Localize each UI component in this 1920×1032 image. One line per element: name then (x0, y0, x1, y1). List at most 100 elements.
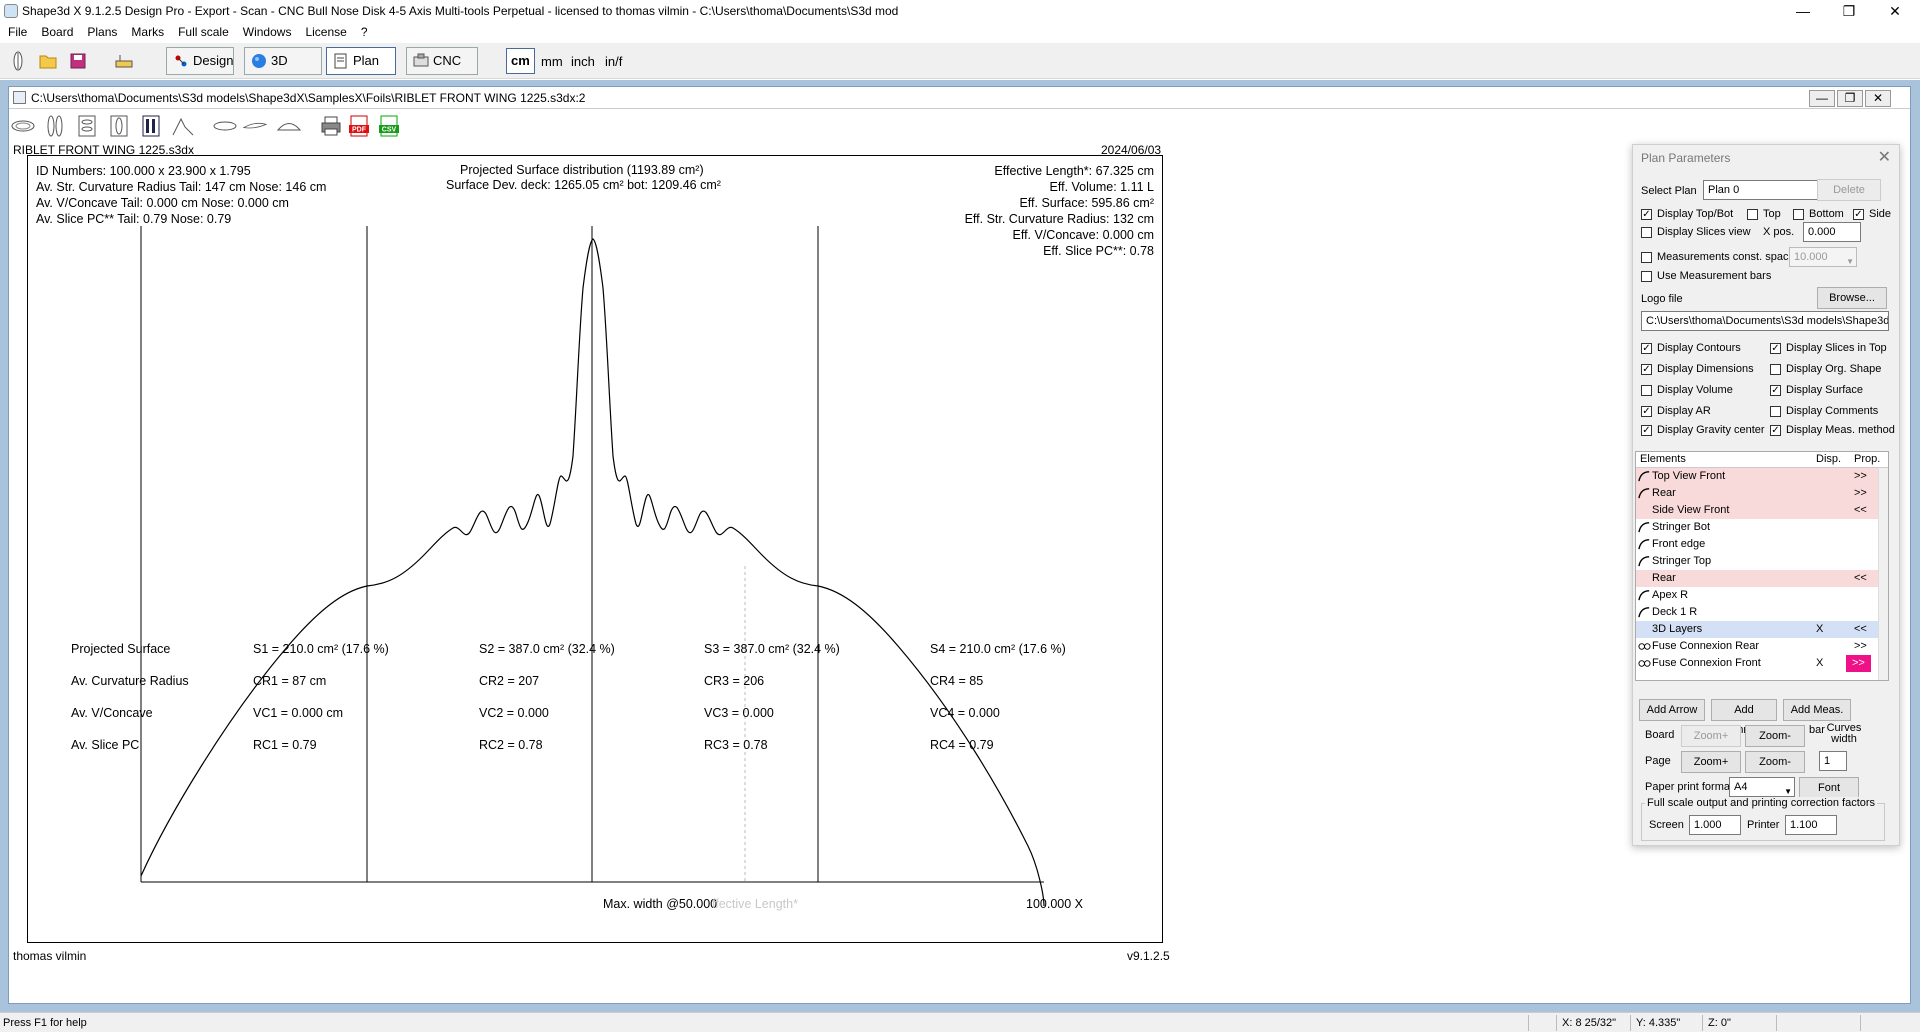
meas-spacing-input[interactable]: 10.000 ▼ (1789, 247, 1857, 267)
paper-format-dropdown[interactable]: A4 ▼ (1729, 777, 1795, 797)
multi-sheet-icon[interactable] (139, 115, 163, 137)
menu-windows[interactable]: Windows (235, 22, 298, 39)
design-mode-button[interactable]: Design (166, 47, 234, 75)
page-zoom-in-button[interactable]: Zoom+ (1681, 751, 1741, 773)
unit-cm-button[interactable]: cm (506, 48, 535, 74)
restore-button[interactable]: ❐ (1826, 0, 1872, 22)
element-prop[interactable]: >> (1854, 638, 1867, 655)
outline-shape-icon[interactable] (213, 115, 237, 137)
display-ar-checkbox[interactable]: ✓ (1641, 406, 1652, 417)
unit-mm-button[interactable]: mm (541, 54, 563, 69)
top-checkbox[interactable] (1747, 209, 1758, 220)
display-contours-checkbox[interactable]: ✓ (1641, 343, 1652, 354)
element-prop[interactable]: << (1854, 621, 1867, 638)
doc-minimize-button[interactable]: — (1809, 90, 1835, 107)
side-checkbox[interactable]: ✓ (1853, 209, 1864, 220)
element-prop[interactable]: >> (1854, 485, 1867, 502)
menu-help[interactable]: ? (353, 22, 374, 39)
add-comment-button[interactable]: Add Comment (1711, 699, 1777, 736)
use-meas-bars-checkbox[interactable] (1641, 271, 1652, 282)
menu-license[interactable]: License (297, 22, 352, 39)
add-meas-bar-button[interactable]: Add Meas. bar (1783, 699, 1851, 736)
menu-file[interactable]: File (0, 22, 33, 39)
delete-plan-button[interactable]: Delete (1817, 179, 1881, 201)
element-row[interactable]: Rear << (1636, 570, 1888, 587)
element-row[interactable]: Apex R (1636, 587, 1888, 604)
display-gravity-center-checkbox[interactable]: ✓ (1641, 425, 1652, 436)
font-button[interactable]: Font (1799, 777, 1859, 799)
plan-sheet-icon[interactable] (107, 115, 131, 137)
board-zoom-out-button[interactable]: Zoom- (1745, 725, 1805, 747)
save-icon[interactable] (68, 51, 88, 71)
element-prop[interactable]: >> (1854, 468, 1867, 485)
doc-restore-button[interactable]: ❐ (1837, 90, 1863, 107)
add-arrow-button[interactable]: Add Arrow (1639, 699, 1705, 721)
curves-width-input[interactable]: 1 (1819, 751, 1847, 771)
element-row[interactable]: Top View Front >> (1636, 468, 1888, 485)
pdf-export-icon[interactable]: PDF (347, 115, 371, 137)
printer-factor-input[interactable]: 1.100 (1785, 815, 1837, 835)
board-zoom-in-button[interactable]: Zoom+ (1681, 725, 1741, 747)
top-view-icon[interactable] (11, 115, 35, 137)
elements-scrollbar[interactable] (1878, 468, 1888, 680)
minimize-button[interactable]: — (1780, 0, 1826, 22)
select-plan-dropdown[interactable]: Plan 0▼ (1703, 180, 1827, 200)
display-meas-method-checkbox[interactable]: ✓ (1770, 425, 1781, 436)
display-surface-checkbox[interactable]: ✓ (1770, 385, 1781, 396)
surface-curve-icon[interactable] (171, 115, 195, 137)
element-disp[interactable]: X (1816, 621, 1823, 638)
element-row[interactable]: Front edge (1636, 536, 1888, 553)
element-row[interactable]: Deck 1 R (1636, 604, 1888, 621)
element-row[interactable]: Stringer Top (1636, 553, 1888, 570)
menu-full-scale[interactable]: Full scale (170, 22, 235, 39)
menu-plans[interactable]: Plans (79, 22, 123, 39)
element-prop[interactable]: << (1854, 570, 1867, 587)
csv-export-icon[interactable]: CSV (377, 115, 401, 137)
display-slices-view-checkbox[interactable] (1641, 227, 1652, 238)
element-disp[interactable]: X (1816, 655, 1823, 672)
element-row[interactable]: 3D Layers X << (1636, 621, 1888, 638)
meas-const-spacing-checkbox[interactable] (1641, 252, 1652, 263)
board-icon[interactable] (8, 51, 28, 71)
slice-shape-icon[interactable] (277, 115, 301, 137)
3d-view-mode-button[interactable]: 3D view (244, 47, 322, 94)
panel-close-icon[interactable]: ✕ (1878, 147, 1891, 167)
element-row[interactable]: Fuse Connexion Rear >> (1636, 638, 1888, 655)
element-row[interactable]: Side View Front << (1636, 502, 1888, 519)
unit-in-f-button[interactable]: in/f (605, 54, 622, 69)
element-row[interactable]: Rear >> (1636, 485, 1888, 502)
print-icon[interactable] (319, 115, 343, 137)
plan-canvas[interactable]: RIBLET FRONT WING 1225.s3dx 2024/06/03 I… (9, 141, 1609, 1001)
rocker-shape-icon[interactable] (243, 115, 267, 137)
side-view-icon[interactable] (43, 115, 67, 137)
display-dimensions-checkbox[interactable]: ✓ (1641, 364, 1652, 375)
x-pos-input[interactable]: 0.000 (1803, 222, 1861, 242)
elements-column-header: Elements (1640, 453, 1686, 465)
display-comments-checkbox[interactable] (1770, 406, 1781, 417)
menu-board[interactable]: Board (33, 22, 79, 39)
menu-marks[interactable]: Marks (123, 22, 170, 39)
slices-sheet-icon[interactable] (75, 115, 99, 137)
element-prop[interactable]: << (1854, 502, 1867, 519)
disp-column-header: Disp. (1816, 453, 1842, 465)
cnc-mode-button[interactable]: CNC (406, 47, 478, 75)
browse-button[interactable]: Browse... (1817, 287, 1887, 309)
close-button[interactable]: ✕ (1872, 0, 1918, 22)
doc-close-button[interactable]: ✕ (1865, 90, 1891, 107)
screen-factor-input[interactable]: 1.000 (1689, 815, 1741, 835)
display-volume-checkbox[interactable] (1641, 385, 1652, 396)
display-org-shape-checkbox[interactable] (1770, 364, 1781, 375)
element-row[interactable]: Fuse Connexion Front X >> (1636, 655, 1888, 672)
display-topbot-checkbox[interactable]: ✓ (1641, 209, 1652, 220)
elements-list[interactable]: Elements Disp. Prop. Top View Front >> Rea… (1635, 451, 1889, 681)
logo-file-path-input[interactable]: C:\Users\thoma\Documents\S3d models\Shap… (1641, 311, 1889, 331)
element-prop[interactable]: >> (1846, 655, 1871, 672)
unit-inch-button[interactable]: inch (571, 54, 595, 69)
bottom-checkbox[interactable] (1793, 209, 1804, 220)
element-row[interactable]: Stringer Bot (1636, 519, 1888, 536)
display-slices-in-top-checkbox[interactable]: ✓ (1770, 343, 1781, 354)
measure-icon[interactable] (114, 51, 134, 71)
page-zoom-out-button[interactable]: Zoom- (1745, 751, 1805, 773)
open-folder-icon[interactable] (38, 51, 58, 71)
plan-mode-button[interactable]: Plan (326, 47, 396, 75)
